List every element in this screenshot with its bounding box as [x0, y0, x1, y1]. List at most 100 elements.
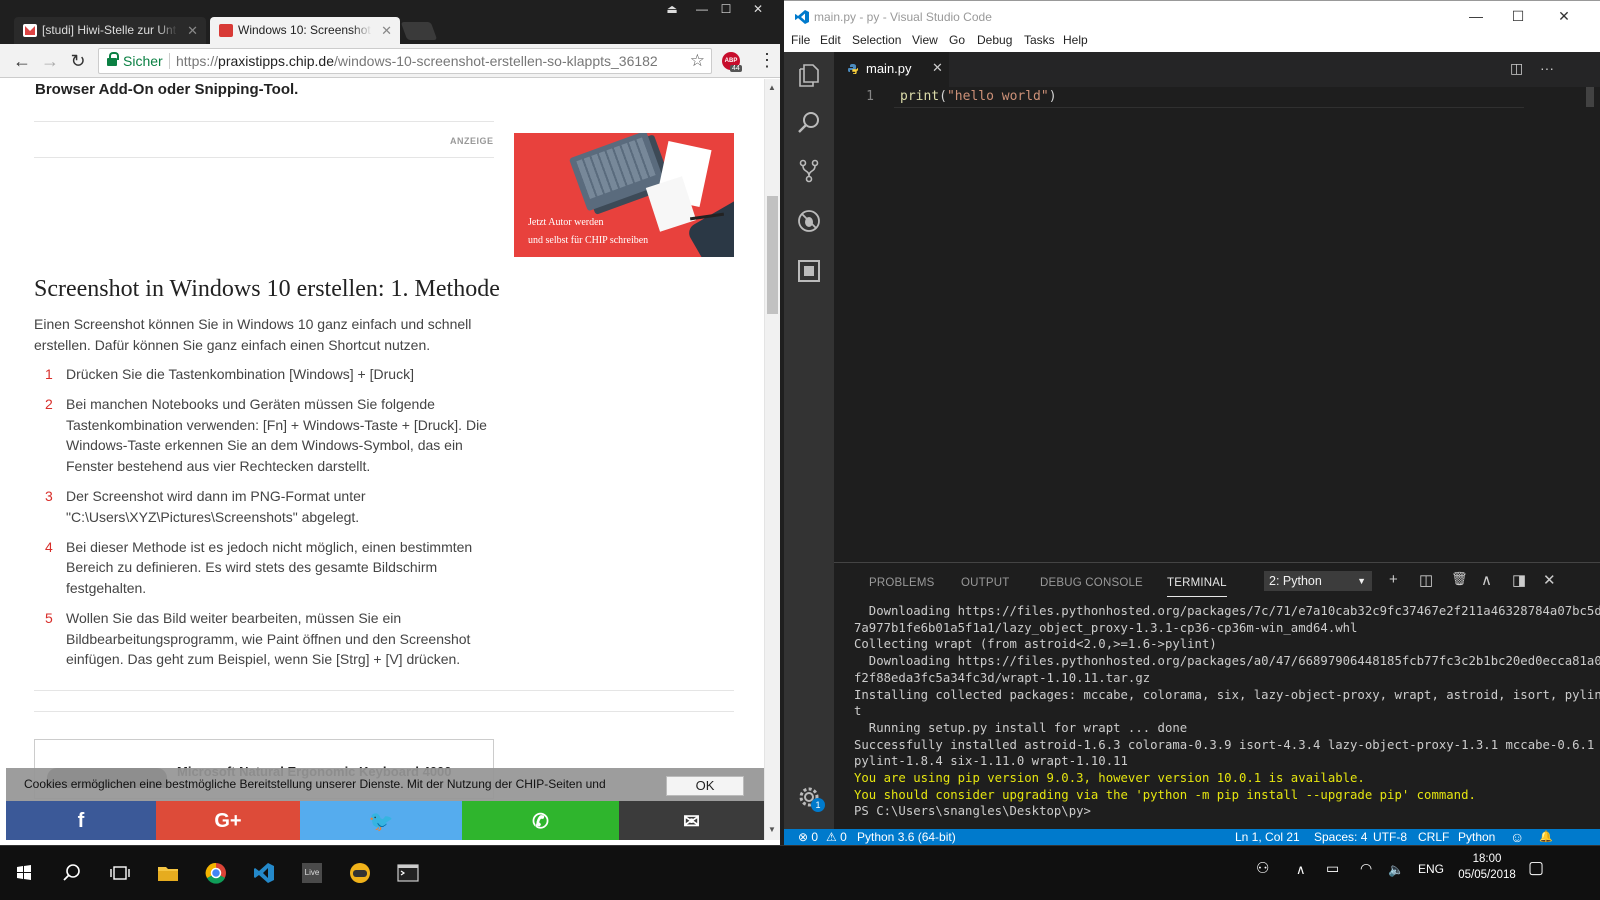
source-control-icon[interactable] — [796, 158, 822, 184]
scroll-up-icon[interactable]: ▲ — [768, 83, 776, 92]
terminal-output[interactable]: Downloading https://files.pythonhosted.o… — [854, 603, 1600, 820]
editor-scrollbar[interactable] — [1586, 87, 1594, 107]
tab-terminal[interactable]: TERMINAL — [1167, 577, 1227, 597]
forward-icon[interactable]: → — [38, 49, 62, 73]
more-actions-icon[interactable]: ··· — [1540, 60, 1554, 76]
scroll-thumb[interactable] — [767, 196, 778, 314]
tab-close-icon[interactable]: ✕ — [932, 60, 943, 76]
ad-label: ANZEIGE — [450, 136, 494, 146]
page-scrollbar[interactable]: ▲ ▼ — [764, 79, 780, 840]
terminal-line: Collecting wrapt (from astroid<2.0,>=1.6… — [854, 637, 1217, 652]
code-text[interactable]: print("hello world") — [900, 87, 1057, 107]
warnings-indicator[interactable]: ⚠ 0 — [826, 829, 847, 845]
input-language[interactable]: ENG — [1418, 862, 1444, 876]
tab-main-py[interactable]: main.py ✕ — [834, 52, 949, 87]
task-view-icon[interactable] — [102, 855, 138, 891]
python-interpreter[interactable]: Python 3.6 (64-bit) — [857, 829, 956, 845]
language-mode[interactable]: Python — [1458, 829, 1495, 845]
close-button[interactable]: ✕ — [745, 0, 771, 18]
window-title: main.py - py - Visual Studio Code — [814, 10, 992, 24]
notifications-icon[interactable]: ▢ — [1528, 858, 1544, 878]
file-explorer-icon[interactable] — [150, 855, 186, 891]
bookmark-star-icon[interactable]: ☆ — [690, 49, 705, 73]
maximize-button[interactable]: ☐ — [713, 0, 739, 18]
step-text: Wollen Sie das Bild weiter bearbeiten, m… — [66, 610, 471, 668]
terminal-line: Downloading https://files.pythonhosted.o… — [854, 654, 1600, 669]
menu-debug[interactable]: Debug — [977, 33, 1012, 47]
email-icon: ✉ — [683, 810, 700, 833]
terminal-icon[interactable] — [390, 855, 426, 891]
terminal-line: f2f88eda3fc5a34fc3d/wrapt-1.10.11.tar.gz — [854, 670, 1151, 685]
menu-view[interactable]: View — [912, 33, 938, 47]
menu-file[interactable]: File — [791, 33, 810, 47]
tab-windows10-screenshot[interactable]: Windows 10: Screenshot ✕ — [210, 17, 400, 44]
vscode-window: main.py - py - Visual Studio Code — ☐ ✕ … — [784, 0, 1600, 845]
menu-selection[interactable]: Selection — [852, 33, 901, 47]
reload-icon[interactable]: ↻ — [66, 49, 90, 73]
menu-go[interactable]: Go — [949, 33, 965, 47]
volume-icon[interactable]: 🔈 — [1388, 862, 1404, 878]
battery-icon[interactable]: ▭ — [1326, 860, 1339, 877]
debug-icon[interactable] — [796, 208, 822, 234]
whatsapp-share-button[interactable]: ✆ — [462, 801, 619, 840]
code-line[interactable]: 1 print("hello world") — [834, 87, 1600, 108]
scroll-down-icon[interactable]: ▼ — [768, 825, 776, 834]
search-icon[interactable] — [796, 110, 822, 136]
new-tab-button[interactable] — [400, 22, 438, 40]
tab-close-icon[interactable]: ✕ — [187, 17, 198, 44]
tab-problems[interactable]: PROBLEMS — [869, 577, 935, 589]
menu-edit[interactable]: Edit — [820, 33, 841, 47]
minimize-button[interactable]: — — [1456, 8, 1496, 24]
start-icon[interactable] — [6, 855, 42, 891]
list-item: 1 Drücken Sie die Tastenkombination [Wind… — [34, 364, 494, 385]
maximize-panel-icon[interactable]: ∧ — [1481, 571, 1492, 589]
terminal-select[interactable]: 2: Python ▼ — [1264, 571, 1372, 591]
chrome-menu-icon[interactable]: ⋮ — [758, 51, 776, 69]
people-icon[interactable]: ⚇ — [1256, 859, 1269, 877]
split-terminal-icon[interactable]: ◫ — [1419, 571, 1433, 589]
trash-icon[interactable]: 🗑 — [1451, 571, 1468, 587]
current-line-highlight — [894, 107, 1524, 108]
panel-layout-icon[interactable]: ◨ — [1512, 571, 1526, 589]
split-editor-icon[interactable]: ◫ — [1510, 60, 1523, 77]
indentation[interactable]: Spaces: 4 — [1314, 829, 1367, 845]
tab-output[interactable]: OUTPUT — [961, 577, 1009, 589]
close-button[interactable]: ✕ — [1544, 8, 1584, 25]
tab-debug-console[interactable]: DEBUG CONSOLE — [1040, 577, 1143, 589]
cursor-position[interactable]: Ln 1, Col 21 — [1235, 829, 1300, 845]
chip-author-ad[interactable]: Jetzt Autor werden und selbst für CHIP s… — [514, 133, 734, 257]
profile-button[interactable]: ⏏ — [659, 0, 685, 18]
search-icon[interactable] — [54, 855, 90, 891]
close-panel-icon[interactable]: ✕ — [1543, 571, 1556, 589]
menu-help[interactable]: Help — [1063, 33, 1088, 47]
show-hidden-icons[interactable]: ∧ — [1296, 862, 1306, 878]
extensions-icon[interactable] — [796, 258, 822, 284]
address-bar[interactable]: Sicher https://praxistipps.chip.de/windo… — [98, 48, 712, 74]
system-clock[interactable]: 18:00 05/05/2018 — [1452, 851, 1522, 883]
cookie-ok-button[interactable]: OK — [666, 776, 744, 796]
live-icon[interactable]: Live — [294, 855, 330, 891]
googleplus-share-button[interactable]: G+ — [156, 801, 300, 840]
notifications-bell-icon[interactable]: 🔔 — [1539, 829, 1553, 845]
twitter-share-button[interactable]: 🐦 — [300, 801, 462, 840]
new-terminal-icon[interactable]: + — [1389, 571, 1398, 588]
files-icon[interactable] — [796, 62, 822, 88]
back-icon[interactable]: ← — [10, 49, 34, 73]
chrome-icon[interactable] — [198, 855, 234, 891]
menu-tasks[interactable]: Tasks — [1024, 33, 1055, 47]
facebook-share-button[interactable]: f — [6, 801, 156, 840]
web-page: Browser Add-On oder Snipping-Tool. ANZEI… — [6, 79, 764, 840]
email-share-button[interactable]: ✉ — [619, 801, 764, 840]
end-of-line[interactable]: CRLF — [1418, 829, 1449, 845]
encoding[interactable]: UTF-8 — [1373, 829, 1407, 845]
feedback-smiley-icon[interactable]: ☺ — [1510, 829, 1524, 845]
vscode-icon[interactable] — [246, 855, 282, 891]
step-number: 3 — [45, 488, 53, 505]
errors-indicator[interactable]: ⊗ 0 — [798, 829, 818, 845]
wifi-icon[interactable]: ◠ — [1360, 860, 1372, 877]
maximize-button[interactable]: ☐ — [1498, 8, 1538, 25]
tab-close-icon[interactable]: ✕ — [381, 17, 392, 44]
tab-studi[interactable]: [studi] Hiwi-Stelle zur Unt ✕ — [14, 17, 206, 44]
minimize-button[interactable]: — — [689, 0, 715, 18]
game-icon[interactable] — [342, 855, 378, 891]
